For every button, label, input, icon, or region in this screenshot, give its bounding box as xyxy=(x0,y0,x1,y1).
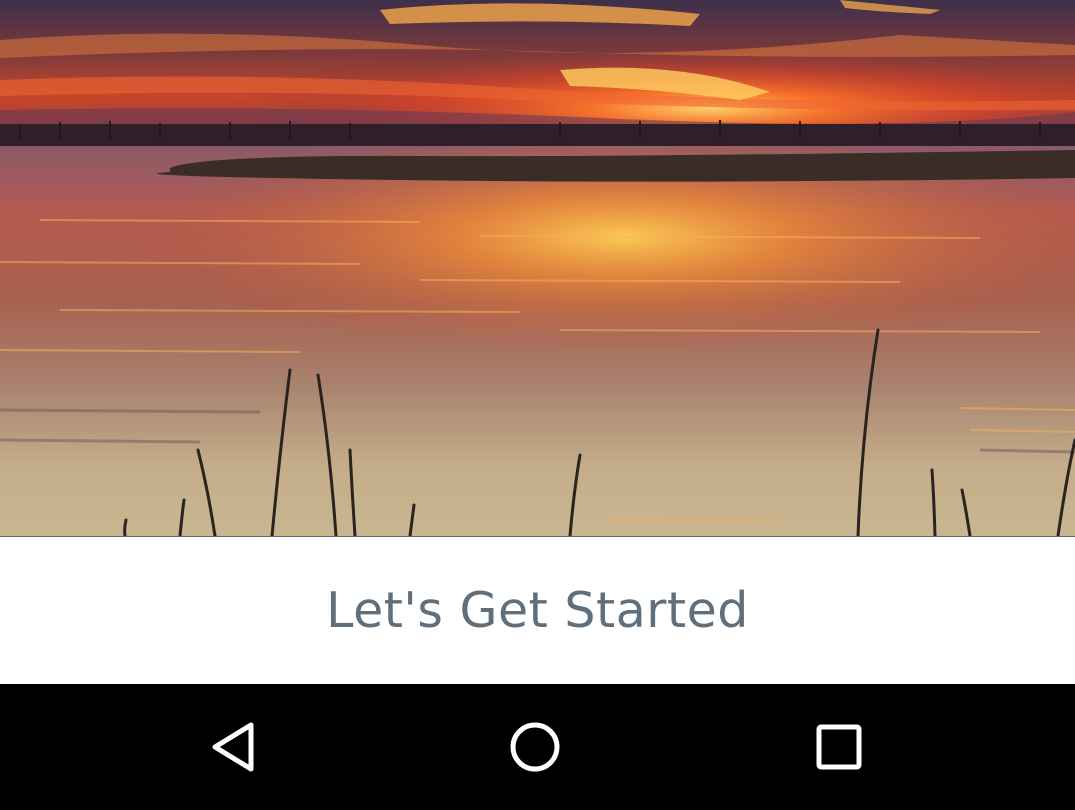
home-circle-icon xyxy=(510,722,560,772)
recents-button[interactable] xyxy=(779,684,899,810)
hero-sunset-image xyxy=(0,0,1075,537)
system-navigation-bar xyxy=(0,684,1075,810)
back-triangle-icon xyxy=(212,722,254,772)
get-started-label: Let's Get Started xyxy=(326,582,749,639)
recents-square-icon xyxy=(816,724,862,770)
back-button[interactable] xyxy=(173,684,293,810)
get-started-button[interactable]: Let's Get Started xyxy=(0,537,1075,684)
sunset-illustration xyxy=(0,0,1075,536)
onboarding-screen: Let's Get Started xyxy=(0,0,1075,810)
home-button[interactable] xyxy=(475,684,595,810)
